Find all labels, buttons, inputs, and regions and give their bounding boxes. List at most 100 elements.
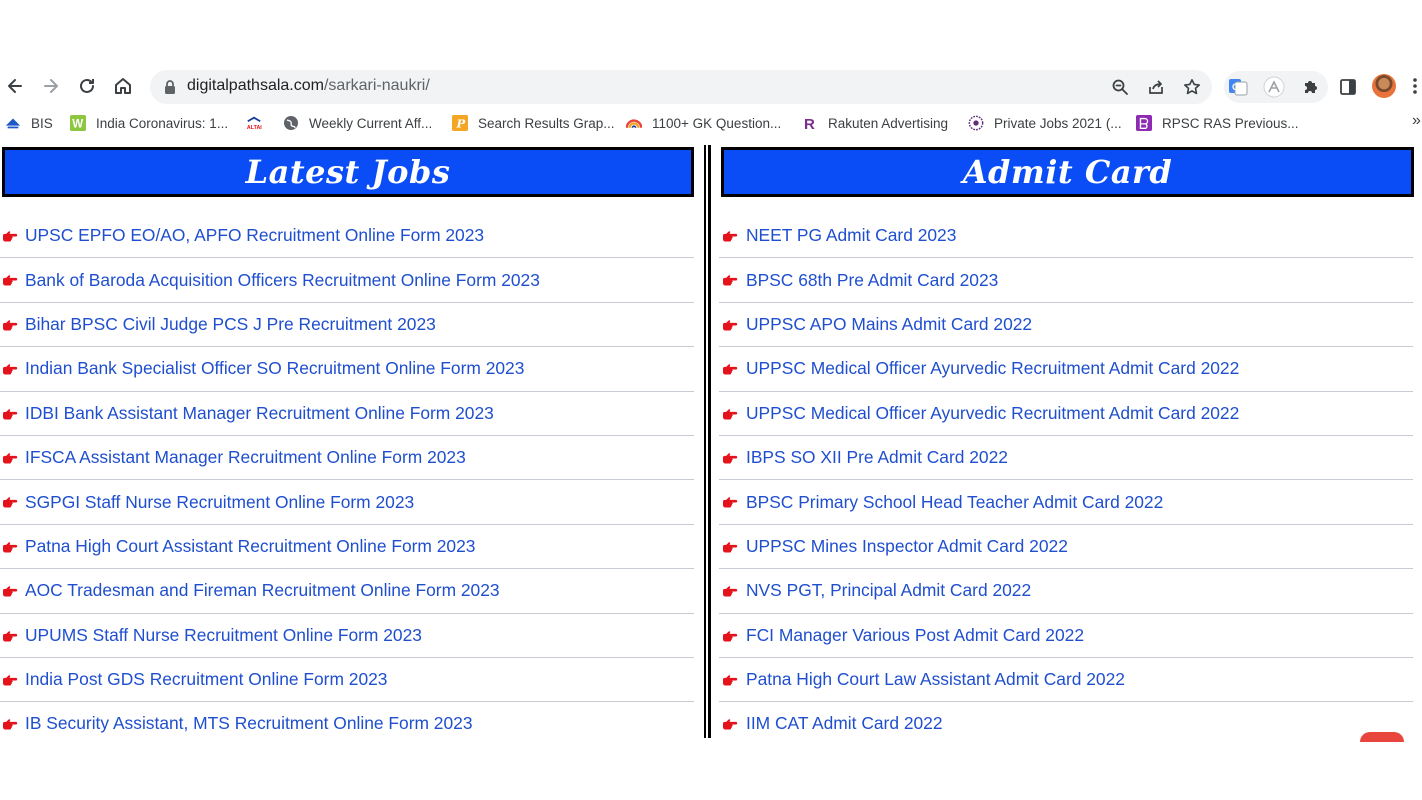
bookmark-altai[interactable]: ALTAI [246,113,272,133]
admit-card-link[interactable]: BPSC 68th Pre Admit Card 2023 [746,270,998,291]
url-path: /sarkari-naukri/ [323,77,430,94]
job-link[interactable]: Indian Bank Specialist Officer SO Recrui… [25,358,524,379]
list-item: Bank of Baroda Acquisition Officers Recr… [0,258,694,303]
job-link[interactable]: Patna High Court Assistant Recruitment O… [25,536,475,557]
list-item: UPPSC Mines Inspector Admit Card 2022 [719,525,1413,570]
pointing-hand-icon [3,364,18,375]
side-panel-icon[interactable] [1337,76,1359,98]
admit-card-link[interactable]: IIM CAT Admit Card 2022 [746,713,943,734]
list-item: UPSC EPFO EO/AO, APFO Recruitment Online… [0,214,694,259]
bookmark-weekly-current[interactable]: Weekly Current Aff... [283,113,432,133]
pointing-hand-icon [723,364,738,375]
bookmark-rpsc[interactable]: RPSC RAS Previous... [1136,113,1299,133]
admit-card-link[interactable]: NVS PGT, Principal Admit Card 2022 [746,580,1031,601]
bookmark-gk-questions[interactable]: 1100+ GK Question... [626,113,781,133]
admit-card-link[interactable]: IBPS SO XII Pre Admit Card 2022 [746,447,1008,468]
url-text[interactable]: digitalpathsala.com/sarkari-naukri/ [187,77,430,95]
bookmark-bis[interactable]: BIS [5,113,53,133]
svg-text:W: W [72,118,83,130]
pointing-hand-icon [723,586,738,597]
job-link[interactable]: India Post GDS Recruitment Online Form 2… [25,669,387,690]
admit-card-column: Admit Card NEET PG Admit Card 2023 BPSC 6… [719,145,1422,738]
profile-avatar[interactable] [1372,74,1396,98]
pointing-hand-icon [723,408,738,420]
list-item: Bihar BPSC Civil Judge PCS J Pre Recruit… [0,303,694,348]
column-divider [704,145,711,738]
p-icon: P [452,115,468,131]
pointing-hand-icon [723,541,738,553]
list-item: IFSCA Assistant Manager Recruitment Onli… [0,436,694,481]
bookmark-star-icon[interactable] [1182,77,1202,97]
pointing-hand-icon [3,541,18,553]
job-link[interactable]: Bihar BPSC Civil Judge PCS J Pre Recruit… [25,314,436,335]
pointing-hand-icon [723,275,738,286]
job-link[interactable]: IFSCA Assistant Manager Recruitment Onli… [25,447,466,468]
latest-jobs-header: Latest Jobs [2,147,694,197]
translate-extension-icon[interactable]: G [1227,76,1249,98]
lock-icon[interactable] [162,79,178,95]
url-domain: digitalpathsala.com [187,77,324,94]
bookmark-label: Search Results Grap... [478,115,615,131]
list-item: UPUMS Staff Nurse Recruitment Online For… [0,614,694,658]
menu-kebab-icon[interactable] [1412,76,1418,96]
bookmark-label: Private Jobs 2021 (... [994,115,1122,131]
job-link[interactable]: IDBI Bank Assistant Manager Recruitment … [25,403,494,424]
svg-text:ALTAI: ALTAI [247,125,262,131]
admit-card-link[interactable]: Patna High Court Law Assistant Admit Car… [746,669,1125,690]
list-item: SGPGI Staff Nurse Recruitment Online For… [0,480,694,525]
pointing-hand-icon [3,320,18,331]
list-item: Indian Bank Specialist Officer SO Recrui… [0,347,694,392]
pointing-hand-icon [3,675,18,686]
bookmark-search-results[interactable]: P Search Results Grap... [452,113,615,133]
reload-icon[interactable] [74,73,100,99]
zoom-search-icon[interactable] [1110,77,1130,97]
extensions-puzzle-icon[interactable] [1300,76,1322,98]
list-item: FCI Manager Various Post Admit Card 2022 [719,614,1413,658]
job-link[interactable]: IB Security Assistant, MTS Recruitment O… [25,713,473,734]
bookmark-rakuten[interactable]: R Rakuten Advertising [802,113,948,133]
latest-jobs-title: Latest Jobs [245,153,451,191]
pointing-hand-icon [3,719,18,730]
share-icon[interactable] [1146,77,1166,97]
job-link[interactable]: AOC Tradesman and Fireman Recruitment On… [25,580,500,601]
pointing-hand-icon [3,231,18,242]
screenshot: digitalpathsala.com/sarkari-naukri/ G BI… [0,0,1422,800]
admit-card-list: NEET PG Admit Card 2023 BPSC 68th Pre Adm… [719,214,1422,738]
job-link[interactable]: SGPGI Staff Nurse Recruitment Online For… [25,492,414,513]
adblock-extension-icon[interactable] [1263,76,1285,98]
bottom-margin [0,738,1422,800]
admit-card-link[interactable]: FCI Manager Various Post Admit Card 2022 [746,625,1084,646]
job-link[interactable]: Bank of Baroda Acquisition Officers Recr… [25,270,540,291]
admit-card-link[interactable]: UPPSC APO Mains Admit Card 2022 [746,314,1032,335]
pointing-hand-icon [723,630,738,642]
pointing-hand-icon [723,320,738,331]
admit-card-link[interactable]: BPSC Primary School Head Teacher Admit C… [746,492,1163,513]
list-item: IIM CAT Admit Card 2022 [719,702,1413,738]
bis-icon [5,115,21,131]
job-link[interactable]: UPUMS Staff Nurse Recruitment Online For… [25,625,422,646]
bookmark-label: Rakuten Advertising [828,115,949,131]
page-content: Latest Jobs UPSC EPFO EO/AO, APFO Recrui… [0,145,1422,738]
list-item: IBPS SO XII Pre Admit Card 2022 [719,436,1413,481]
bookmark-india-coronavirus[interactable]: W India Coronavirus: 1... [70,113,228,133]
list-item: IB Security Assistant, MTS Recruitment O… [0,702,694,738]
pointing-hand-icon [723,453,738,464]
home-icon[interactable] [110,73,136,99]
book-icon [1136,115,1152,131]
list-item: India Post GDS Recruitment Online Form 2… [0,658,694,703]
forward-icon[interactable] [38,73,64,99]
list-item: UPPSC APO Mains Admit Card 2022 [719,303,1413,348]
bookmark-label: 1100+ GK Question... [652,115,782,131]
bookmark-private-jobs[interactable]: Private Jobs 2021 (... [968,113,1122,133]
back-icon[interactable] [2,73,28,99]
admit-card-link[interactable]: UPPSC Mines Inspector Admit Card 2022 [746,536,1068,557]
job-link[interactable]: UPSC EPFO EO/AO, APFO Recruitment Online… [25,225,484,246]
admit-card-link[interactable]: UPPSC Medical Officer Ayurvedic Recruitm… [746,358,1239,379]
admit-card-link[interactable]: UPPSC Medical Officer Ayurvedic Recruitm… [746,403,1239,424]
pointing-hand-icon [3,630,18,642]
list-item: AOC Tradesman and Fireman Recruitment On… [0,569,694,614]
bookmarks-more-button[interactable]: » [1412,112,1421,130]
floating-action-button[interactable] [1360,732,1404,742]
admit-card-link[interactable]: NEET PG Admit Card 2023 [746,225,956,246]
list-item: NVS PGT, Principal Admit Card 2022 [719,569,1413,614]
